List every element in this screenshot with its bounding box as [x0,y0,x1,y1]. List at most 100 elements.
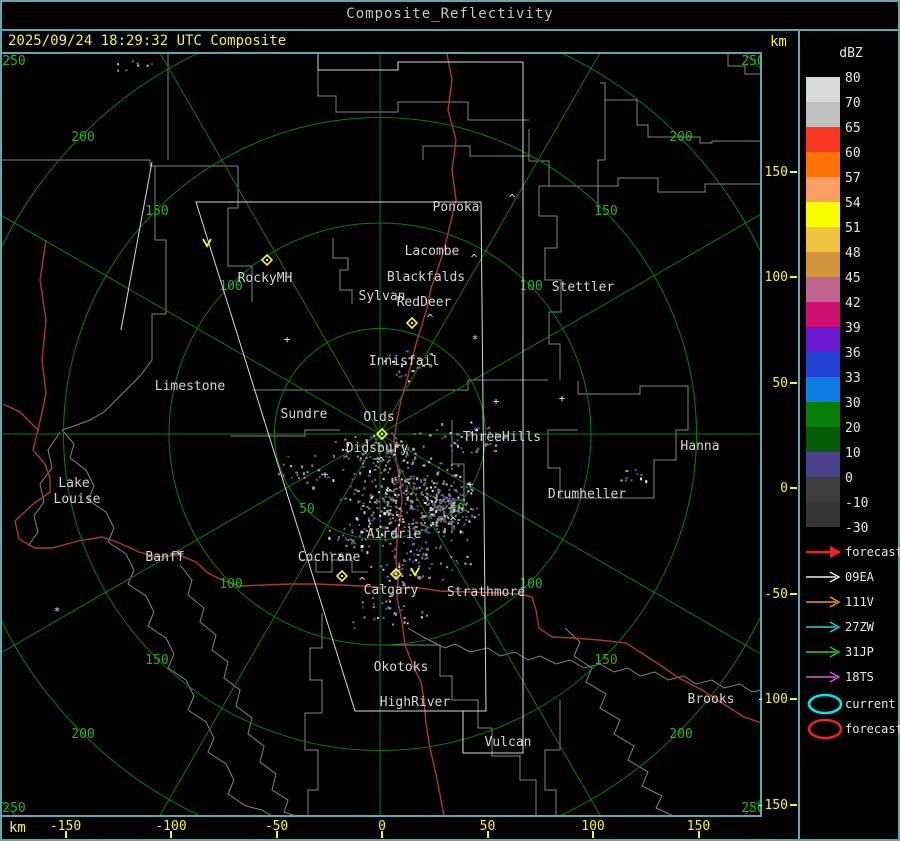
reflectivity-echo [404,560,407,563]
reflectivity-echo [456,522,459,525]
reflectivity-echo [381,602,384,605]
reflectivity-echo [353,542,356,545]
boundary-line [332,238,353,304]
reflectivity-echo [345,544,348,547]
reflectivity-echo [131,60,134,63]
reflectivity-echo [379,519,382,522]
reflectivity-echo [440,494,444,497]
point-marker-icon: + [493,395,500,408]
reflectivity-echo [383,469,386,472]
reflectivity-echo [459,475,462,478]
range-ring-label: 150 [594,204,617,219]
reflectivity-echo [398,486,401,489]
reflectivity-echo [422,445,425,448]
reflectivity-echo [407,466,410,469]
reflectivity-echo [469,563,472,566]
reflectivity-echo [439,499,441,502]
reflectivity-echo [372,517,376,520]
reflectivity-echo [378,500,381,503]
reflectivity-echo [369,455,372,458]
city-label: Limestone [155,379,226,394]
reflectivity-echo [367,474,371,477]
reflectivity-echo [414,456,417,460]
boundary-line [304,613,323,815]
legend-item-label: 09EA [845,570,874,584]
reflectivity-echo [443,480,445,483]
reflectivity-echo [359,535,361,537]
reflectivity-echo [435,521,438,524]
reflectivity-echo [387,471,390,474]
right-axis-tick [790,698,797,700]
reflectivity-echo [421,547,423,550]
reflectivity-echo [363,528,366,531]
reflectivity-echo [465,502,468,505]
colorbar-block [806,202,840,227]
reflectivity-echo [362,465,365,468]
reflectivity-echo [409,550,412,553]
timestamp-label: 2025/09/24 18:29:32 UTC Composite [8,33,287,49]
city-label: Blackfalds [387,270,465,285]
colorbar-block [806,177,840,202]
reflectivity-echo [350,542,353,545]
point-marker-icon: ^ [378,455,385,468]
reflectivity-echo [435,510,438,513]
reflectivity-echo [408,558,411,561]
range-ring-label: 150 [594,653,617,668]
reflectivity-echo [439,507,442,510]
reflectivity-echo [475,451,479,454]
reflectivity-echo [398,518,401,521]
colorbar-value-label: 57 [845,171,861,186]
range-ring-label: 50 [299,502,315,517]
reflectivity-echo [416,509,419,512]
diamond-dot [341,575,343,577]
range-ring-label: 250 [741,54,760,69]
reflectivity-echo [306,471,309,474]
reflectivity-echo [415,493,418,496]
city-label: Innisfail [369,354,439,369]
reflectivity-echo [450,484,453,487]
reflectivity-echo [452,502,455,504]
reflectivity-echo [343,527,346,530]
reflectivity-echo [456,490,459,493]
city-label: Didsbury [346,441,409,456]
reflectivity-echo [318,476,321,479]
reflectivity-echo [477,447,480,451]
reflectivity-echo [461,531,464,534]
111V-arrow-icon [806,596,841,608]
reflectivity-echo [388,579,391,582]
reflectivity-echo [448,493,451,497]
reflectivity-echo [303,476,306,479]
reflectivity-echo [463,490,466,494]
reflectivity-echo [383,498,386,502]
reflectivity-echo [426,499,429,502]
reflectivity-echo [400,515,403,517]
reflectivity-echo [444,435,447,439]
range-ring-label: 200 [669,727,692,742]
radar-map-canvas[interactable]: 50 50100 100100 100150 150150 150200 200200 200… [2,54,760,815]
reflectivity-echo [411,370,415,373]
reflectivity-echo [441,437,444,440]
reflectivity-echo [382,477,385,480]
reflectivity-echo [438,504,441,507]
reflectivity-echo [471,514,474,518]
right-axis-unit-label: km [770,34,787,50]
reflectivity-echo [398,469,401,473]
reflectivity-echo [371,514,374,517]
reflectivity-echo [390,521,393,525]
reflectivity-echo [301,465,304,469]
boundary-line [597,100,606,212]
reflectivity-echo [375,485,377,488]
reflectivity-echo [405,493,408,496]
reflectivity-echo [287,455,290,458]
reflectivity-echo [453,510,455,513]
city-label: Strathmore [447,585,525,600]
bottom-axis-tick [275,831,278,838]
diamond-dot [395,573,397,575]
reflectivity-echo [436,524,439,527]
reflectivity-echo [412,459,416,462]
reflectivity-echo [361,601,364,604]
reflectivity-echo [447,498,449,501]
reflectivity-echo [389,600,391,603]
reflectivity-echo [359,471,362,475]
reflectivity-echo [464,562,467,565]
